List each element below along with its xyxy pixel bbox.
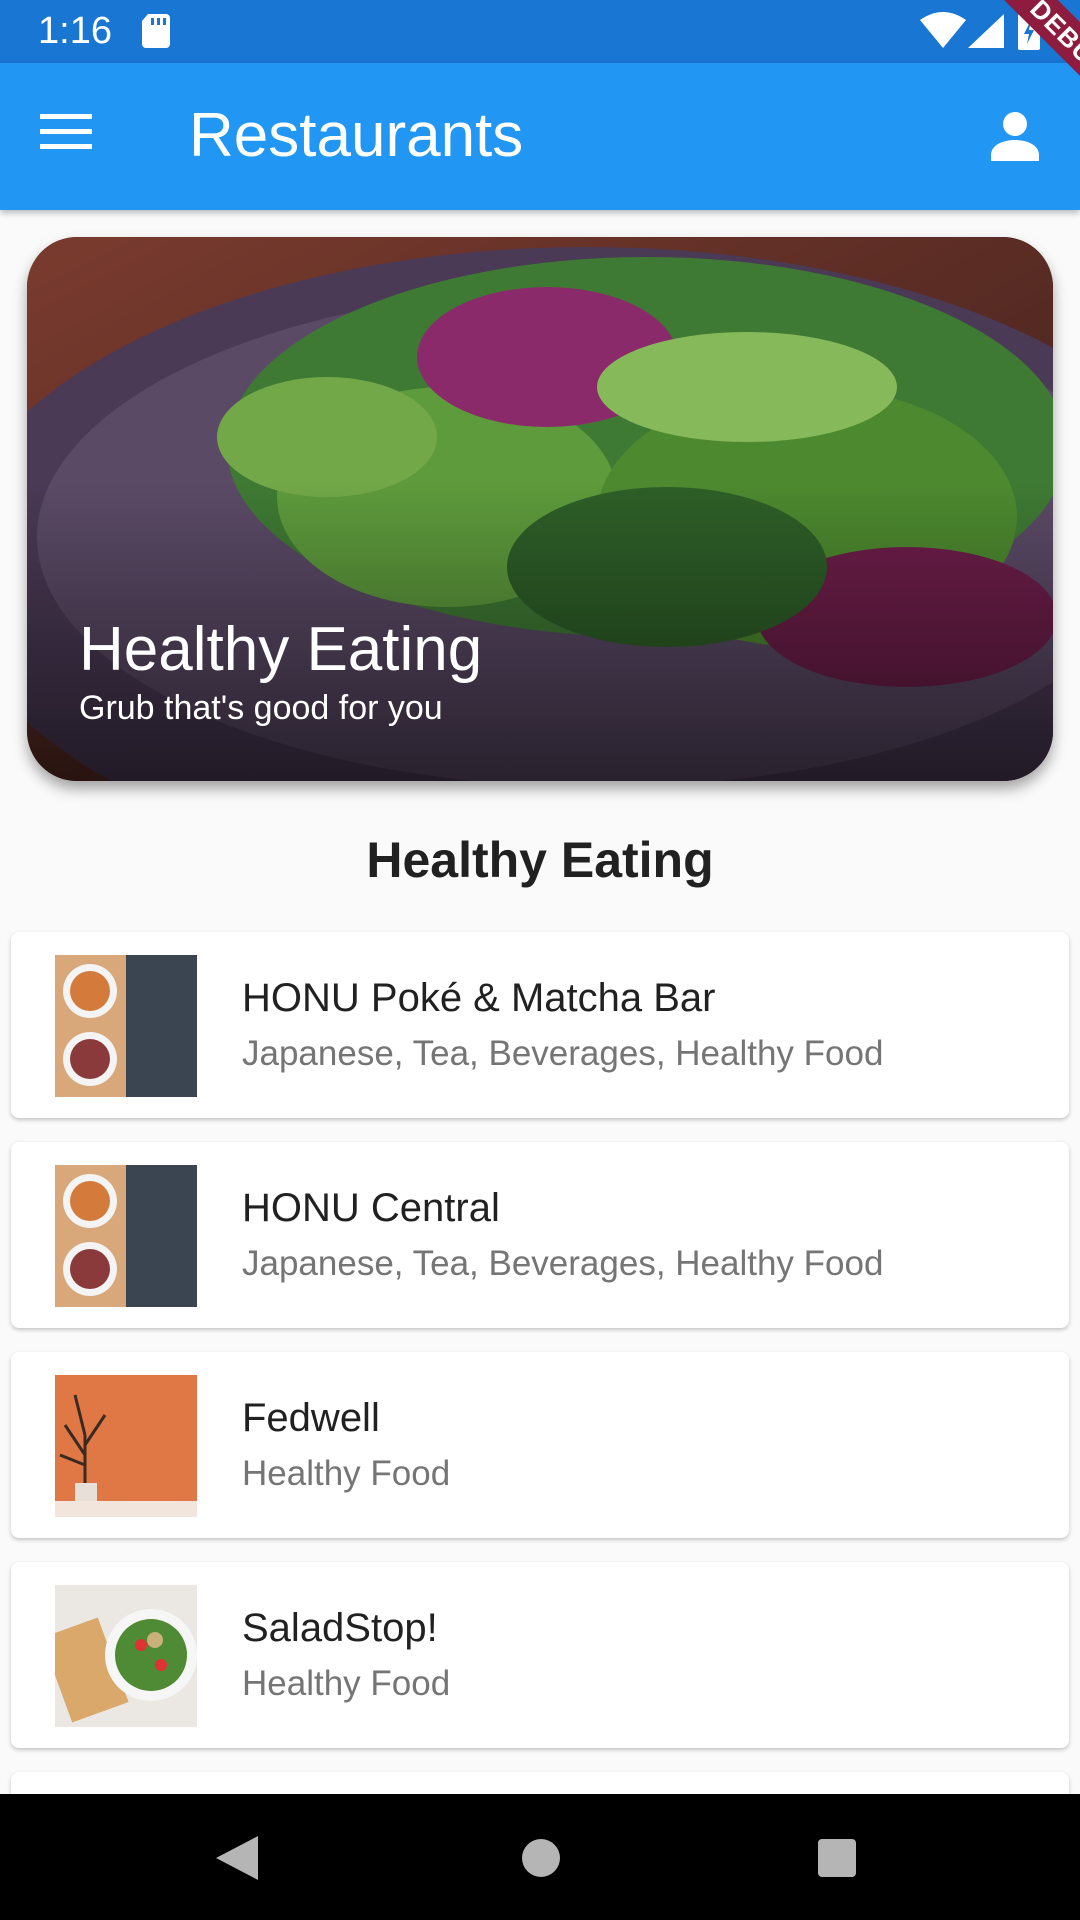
status-time: 1:16 bbox=[38, 10, 112, 52]
sd-card-icon bbox=[142, 14, 170, 48]
back-icon[interactable] bbox=[214, 1834, 260, 1882]
hero-card[interactable]: Healthy Eating Grub that's good for you bbox=[27, 237, 1053, 781]
restaurant-categories: Healthy Food bbox=[242, 1454, 451, 1493]
restaurant-categories: Japanese, Tea, Beverages, Healthy Food bbox=[242, 1244, 884, 1283]
section-title: Healthy Eating bbox=[366, 832, 714, 888]
hero-subtitle: Grub that's good for you bbox=[79, 689, 443, 727]
navigation-bar bbox=[0, 1794, 1080, 1920]
status-bar: 1:16 bbox=[0, 0, 1080, 63]
restaurant-categories: Healthy Food bbox=[242, 1664, 451, 1703]
restaurant-card-fedwell[interactable]: Fedwell Healthy Food bbox=[11, 1352, 1069, 1538]
restaurant-name: HONU Central bbox=[242, 1186, 500, 1230]
home-icon[interactable] bbox=[521, 1838, 561, 1878]
page-title: Restaurants bbox=[189, 101, 524, 170]
restaurant-categories: Japanese, Tea, Beverages, Healthy Food bbox=[242, 1034, 884, 1073]
restaurant-thumbnail bbox=[55, 1585, 197, 1727]
signal-icon bbox=[968, 14, 1004, 48]
recents-icon[interactable] bbox=[817, 1838, 857, 1878]
restaurant-name: HONU Poké & Matcha Bar bbox=[242, 976, 716, 1020]
screen: 1:16 Restaurants DEBUG Healthy Eating Gr… bbox=[0, 0, 1080, 1920]
wifi-icon bbox=[920, 12, 966, 48]
menu-icon[interactable] bbox=[40, 112, 92, 152]
hero-title: Healthy Eating bbox=[79, 615, 483, 684]
restaurant-name: Fedwell bbox=[242, 1396, 380, 1440]
restaurant-thumbnail bbox=[55, 955, 197, 1097]
app-bar: Restaurants bbox=[0, 63, 1080, 210]
restaurant-card-honu-poke[interactable]: HONU Poké & Matcha Bar Japanese, Tea, Be… bbox=[11, 932, 1069, 1118]
restaurant-thumbnail bbox=[55, 1165, 197, 1307]
restaurant-thumbnail bbox=[55, 1375, 197, 1517]
restaurant-card-saladstop[interactable]: SaladStop! Healthy Food bbox=[11, 1562, 1069, 1748]
restaurant-card-honu-central[interactable]: HONU Central Japanese, Tea, Beverages, H… bbox=[11, 1142, 1069, 1328]
restaurant-name: SaladStop! bbox=[242, 1606, 438, 1650]
account-icon[interactable] bbox=[990, 111, 1040, 161]
